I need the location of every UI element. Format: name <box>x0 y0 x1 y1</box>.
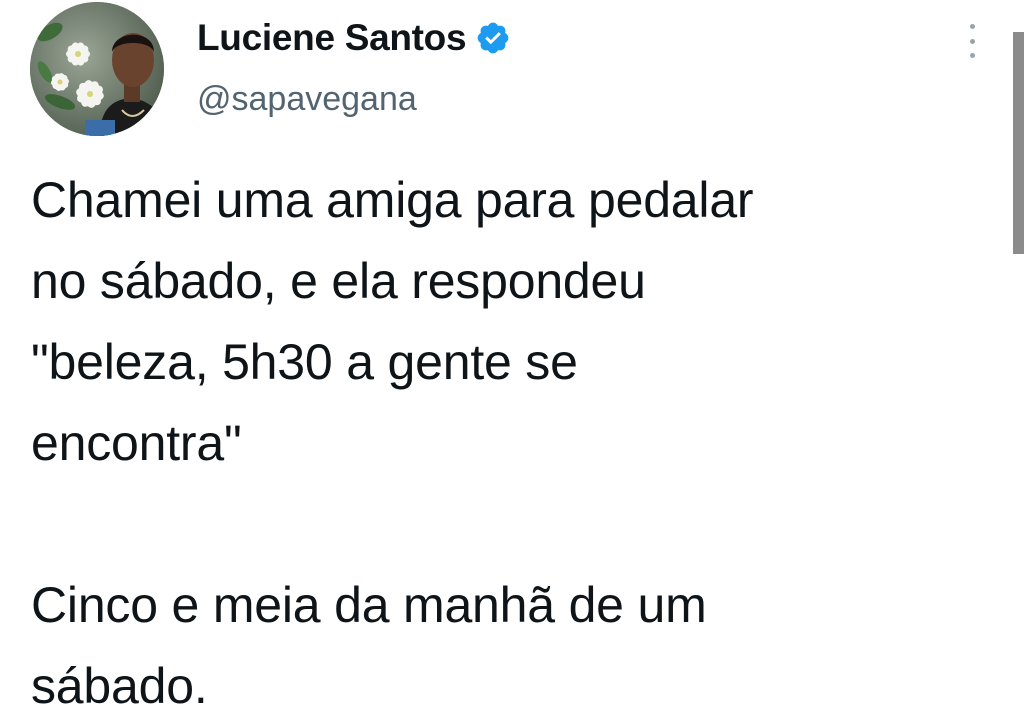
verified-badge-icon <box>475 20 511 56</box>
tweet-text-line: "beleza, 5h30 a gente se <box>31 334 578 390</box>
author-name-row[interactable]: Luciene Santos <box>197 14 511 62</box>
author-display-name[interactable]: Luciene Santos <box>197 17 467 59</box>
author-handle[interactable]: @sapavegana <box>197 80 417 119</box>
tweet-text-line: no sábado, e ela respondeu <box>31 253 646 309</box>
menu-dot <box>969 53 975 58</box>
menu-dot <box>969 38 975 44</box>
tweet-card: Luciene Santos @sapavegana Chamei uma am… <box>0 0 1024 715</box>
tweet-text-line: Chamei uma amiga para pedalar <box>31 172 754 228</box>
tweet-text-line: Cinco e meia da manhã de um <box>31 577 707 633</box>
profile-photo-icon <box>30 2 164 136</box>
menu-dot <box>969 24 975 29</box>
more-vertical-icon[interactable] <box>960 24 984 58</box>
tweet-text-line: encontra" <box>31 415 242 471</box>
tweet-text: Chamei uma amiga para pedalar no sábado,… <box>31 160 991 727</box>
avatar[interactable] <box>30 2 164 136</box>
scrollbar[interactable] <box>1013 32 1024 254</box>
